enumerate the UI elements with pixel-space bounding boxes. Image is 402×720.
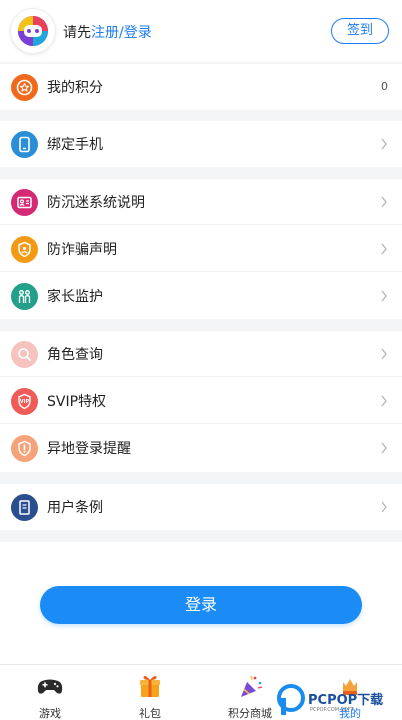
tab-games[interactable]: 游戏 — [0, 665, 100, 720]
menu-item-label: 绑定手机 — [47, 137, 103, 153]
watermark: PCPOP下载 PCPOP.COM SOFT — [276, 680, 402, 720]
chevron-right-icon — [381, 196, 387, 208]
app-logo-icon — [18, 16, 48, 46]
menu-item-remote-login-alert[interactable]: 异地登录提醒 — [0, 425, 402, 471]
chevron-right-icon — [381, 138, 387, 150]
chevron-right-icon — [381, 442, 387, 454]
chevron-right-icon — [381, 395, 387, 407]
menu-item-label: 我的积分 — [47, 80, 103, 96]
divider — [0, 224, 402, 225]
menu-item-label: 防沉迷系统说明 — [47, 195, 145, 211]
watermark-brand: PCPOP下载 — [308, 693, 384, 708]
id-card-icon — [11, 189, 38, 216]
tab-label: 游戏 — [39, 707, 61, 720]
section-gap — [0, 110, 402, 121]
chevron-right-icon — [381, 501, 387, 513]
gift-icon — [140, 676, 160, 697]
register-login-link[interactable]: 注册/登录 — [91, 25, 152, 41]
menu-item-user-terms[interactable]: 用户条例 — [0, 484, 402, 530]
tab-label: 礼包 — [139, 707, 161, 720]
menu-item-parental-control[interactable]: 家长监护 — [0, 273, 402, 319]
document-icon — [11, 494, 38, 521]
divider — [0, 376, 402, 377]
divider — [0, 423, 402, 424]
watermark-sub: PCPOP.COM SOFT — [310, 707, 354, 713]
menu-item-anti-fraud[interactable]: 防诈骗声明 — [0, 226, 402, 272]
watermark-logo-icon — [277, 684, 305, 715]
chevron-right-icon — [381, 290, 387, 302]
profile-header: 请先注册/登录 签到 — [0, 0, 402, 62]
menu-item-label: 防诈骗声明 — [47, 242, 117, 258]
tab-gift-packs[interactable]: 礼包 — [100, 665, 200, 720]
menu-item-label: 用户条例 — [47, 500, 103, 516]
gamepad-icon — [37, 679, 63, 694]
signin-button[interactable]: 签到 — [331, 18, 389, 44]
menu-item-my-points[interactable]: 我的积分 0 — [0, 64, 402, 110]
menu-item-bind-phone[interactable]: 绑定手机 — [0, 121, 402, 167]
star-icon — [11, 74, 38, 101]
login-button[interactable]: 登录 — [40, 586, 362, 624]
section-gap — [0, 472, 402, 484]
shield-icon — [11, 236, 38, 263]
section-gap — [0, 167, 402, 179]
section-gap — [0, 530, 402, 542]
chevron-right-icon — [381, 243, 387, 255]
menu-item-label: SVIP特权 — [47, 394, 107, 410]
search-icon — [11, 341, 38, 368]
divider — [0, 271, 402, 272]
login-prompt-prefix: 请先 — [63, 25, 91, 41]
section-gap — [0, 319, 402, 331]
menu-item-svip[interactable]: VIP SVIP特权 — [0, 378, 402, 424]
menu-item-label: 角色查询 — [47, 347, 103, 363]
chevron-right-icon — [381, 348, 387, 360]
menu-item-role-query[interactable]: 角色查询 — [0, 331, 402, 377]
menu-item-label: 异地登录提醒 — [47, 441, 131, 457]
family-icon — [11, 283, 38, 310]
points-value: 0 — [381, 80, 388, 93]
vip-icon: VIP — [11, 388, 38, 415]
avatar[interactable] — [11, 9, 55, 53]
menu-item-anti-addiction[interactable]: 防沉迷系统说明 — [0, 179, 402, 225]
phone-icon — [11, 131, 38, 158]
party-popper-icon — [241, 675, 263, 697]
menu-item-label: 家长监护 — [47, 289, 103, 305]
svg-text:VIP: VIP — [20, 399, 30, 405]
alert-shield-icon — [11, 435, 38, 462]
login-prompt: 请先注册/登录 — [63, 22, 152, 42]
